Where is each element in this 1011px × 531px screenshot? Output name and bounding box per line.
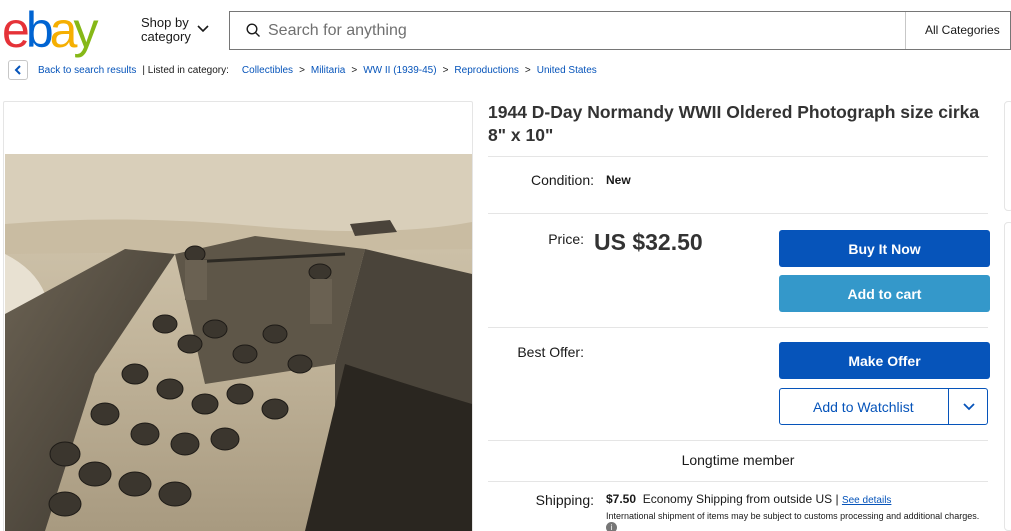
logo-letter-a: a	[49, 2, 78, 58]
shipping-note: International shipment of items may be s…	[606, 511, 986, 531]
logo-letter-b: b	[25, 2, 54, 58]
condition-value: New	[606, 173, 631, 187]
breadcrumb-separator: >	[299, 64, 305, 76]
chevron-left-icon	[14, 65, 21, 75]
search-input[interactable]	[268, 19, 888, 43]
listing-title: 1944 D-Day Normandy WWII Oldered Photogr…	[488, 102, 980, 145]
member-status: Longtime member	[681, 452, 795, 468]
logo-letter-y: y	[73, 2, 98, 58]
side-card	[1004, 222, 1011, 531]
add-to-cart-button[interactable]: Add to cart	[779, 275, 990, 312]
shipping-label: Shipping:	[535, 492, 594, 508]
breadcrumb-united-states[interactable]: United States	[537, 65, 597, 76]
side-card	[1004, 101, 1011, 211]
breadcrumb-collectibles[interactable]: Collectibles	[242, 65, 293, 76]
listed-in-label: | Listed in category:	[142, 64, 229, 76]
divider	[488, 213, 988, 214]
dday-landing-craft-image	[5, 154, 472, 531]
make-offer-button[interactable]: Make Offer	[779, 342, 990, 379]
breadcrumb-militaria[interactable]: Militaria	[311, 65, 345, 76]
shop-by-category-button[interactable]: Shop by category	[141, 16, 221, 44]
back-button[interactable]	[8, 60, 28, 80]
buy-it-now-button[interactable]: Buy It Now	[779, 230, 990, 267]
shipping-note-text: International shipment of items may be s…	[606, 511, 980, 521]
breadcrumb-reproductions[interactable]: Reproductions	[454, 65, 518, 76]
chevron-down-icon	[197, 25, 209, 33]
back-to-search-link[interactable]: Back to search results	[38, 65, 136, 76]
info-icon[interactable]: i	[606, 522, 617, 531]
divider	[488, 327, 988, 328]
breadcrumb-separator: >	[524, 64, 531, 76]
divider	[488, 156, 988, 157]
condition-label: Condition:	[530, 172, 594, 188]
breadcrumb-separator: >	[351, 64, 358, 76]
search-bar: All Categories	[229, 11, 1011, 50]
search-icon	[246, 23, 260, 37]
price-label: Price:	[548, 231, 584, 247]
divider	[488, 481, 988, 482]
ebay-logo[interactable]: ebay	[2, 5, 114, 55]
breadcrumb: Back to search results | Listed in categ…	[8, 59, 597, 81]
shop-by-line1: Shop by	[141, 15, 189, 30]
best-offer-label: Best Offer:	[517, 344, 584, 360]
shipping-method: Economy Shipping from outside US |	[642, 492, 839, 506]
shop-by-line2: category	[141, 29, 191, 44]
breadcrumb-separator: >	[442, 64, 449, 76]
see-details-link[interactable]: See details	[842, 495, 891, 506]
watchlist-dropdown-button[interactable]	[948, 388, 988, 425]
divider	[488, 440, 988, 441]
category-select[interactable]: All Categories	[905, 12, 1011, 49]
shipping-info: $7.50 Economy Shipping from outside US |…	[606, 492, 891, 506]
price-value: US $32.50	[594, 229, 703, 255]
product-photo[interactable]	[5, 154, 472, 531]
breadcrumb-ww2[interactable]: WW II (1939-45)	[363, 65, 436, 76]
logo-letter-e: e	[2, 2, 30, 58]
shipping-cost: $7.50	[606, 492, 637, 506]
chevron-down-icon	[962, 402, 975, 410]
